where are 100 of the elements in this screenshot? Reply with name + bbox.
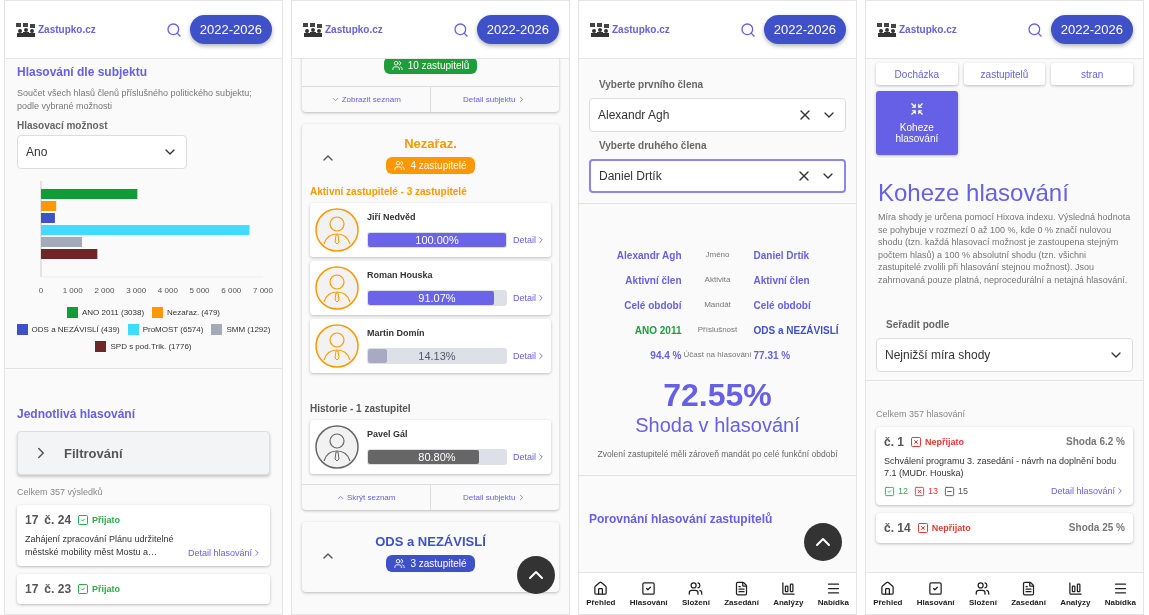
mandate-note: Zvolení zastupitelé měli zároveň mandát po celé funkční období: [596, 449, 839, 461]
axis-tick-label: 0: [38, 286, 44, 296]
second-member-value: 77.31 %: [753, 350, 792, 361]
vote-number: č. 24: [44, 513, 72, 528]
home-icon: [593, 580, 609, 596]
party-detail-link[interactable]: Detail subjektu: [430, 87, 559, 112]
nav-item[interactable]: Analýzy: [1060, 580, 1091, 607]
agreement-value: Shoda 25 %: [1068, 522, 1125, 534]
member-select[interactable]: Daniel Drtík: [589, 159, 846, 193]
avatar-icon: [315, 266, 359, 310]
axis-tick-label: 5 000: [189, 286, 210, 296]
analysis-tile[interactable]: stran: [1051, 63, 1133, 85]
term-button[interactable]: 2022-2026: [189, 15, 272, 44]
member-detail-link[interactable]: Detail: [513, 293, 546, 303]
second-member-value: Daniel Drtík: [753, 250, 811, 261]
vote-card[interactable]: 17 č. 24 Přijato Zahájení zpracování Plánu udržitelné městské mobility měst Mostu a… Detail hlasování: [17, 505, 270, 567]
search-icon[interactable]: [1026, 21, 1043, 38]
member-name: Martin Domín: [367, 328, 426, 338]
document-icon: [734, 580, 750, 596]
result-count: Celkem 357 výsledků: [17, 487, 104, 498]
chevron-right-icon: [536, 235, 546, 245]
section-title: Hlasování dle subjektu: [17, 65, 149, 79]
agreement-value: Shoda 6.2 %: [1066, 436, 1125, 448]
field-label: Vyberte prvního člena: [599, 79, 705, 90]
nav-item[interactable]: Analýzy: [773, 580, 804, 607]
legend-item: ODS a NEZÁVISLÍ (439): [16, 324, 120, 336]
legend-item: SPD s pod.Trik. (1776): [95, 341, 192, 353]
vote-title: Zahájení zpracování Plánu udržitelné městské mobility měst Mostu a…: [25, 533, 175, 559]
vote-option-select[interactable]: Ano: [17, 135, 187, 170]
section-title: Jednotlivá hlasování: [17, 407, 137, 422]
sort-select[interactable]: Nejnižší míra shody: [876, 337, 1133, 372]
toggle-list-link[interactable]: Zobrazit seznam: [302, 87, 431, 112]
vote-status: Nepřijato: [910, 435, 965, 448]
no-count: 13: [914, 485, 939, 497]
nav-item[interactable]: Zasedání: [724, 580, 759, 607]
comparison-label: Mandát: [703, 300, 732, 311]
attendance-value: 14.13%: [417, 349, 457, 364]
match-label: Shoda v hlasování: [634, 414, 801, 437]
member-name: Jiří Nedvěd: [367, 212, 417, 222]
vote-number: č. 1: [884, 434, 904, 449]
site-logo[interactable]: Zastupko.cz: [302, 22, 445, 37]
check-icon: [77, 583, 90, 596]
vote-card[interactable]: 17 č. 23 Přijato: [17, 574, 270, 605]
active-members-heading: Aktivní zastupitelé - 3 zastupitelé: [310, 186, 468, 197]
abstain-count: 15: [944, 485, 969, 497]
member-detail-link[interactable]: Detail: [513, 235, 546, 245]
member-name: Pavel Gál: [367, 429, 409, 439]
term-button[interactable]: 2022-2026: [763, 15, 846, 44]
legend-item: Nezařaz. (479): [152, 307, 220, 319]
second-member-value: Aktivní člen: [753, 275, 811, 286]
term-button[interactable]: 2022-2026: [1050, 15, 1133, 44]
people-icon: [391, 60, 403, 71]
nav-item[interactable]: Nabídka: [817, 580, 849, 607]
site-logo[interactable]: Zastupko.cz: [15, 22, 158, 37]
minus-icon: [944, 485, 956, 497]
result-count: Celkem 357 hlasování: [876, 408, 967, 419]
chevron-right-icon: [536, 351, 546, 361]
search-icon[interactable]: [452, 21, 469, 38]
site-logo[interactable]: Zastupko.cz: [589, 22, 732, 37]
nav-item[interactable]: Zasedání: [1011, 580, 1046, 607]
toggle-list-link[interactable]: Skrýt seznam: [302, 485, 431, 510]
filter-toggle[interactable]: Filtrování: [17, 431, 270, 476]
analysis-tile[interactable]: zastupitelů: [963, 63, 1046, 85]
search-icon[interactable]: [739, 21, 756, 38]
nav-item[interactable]: Přehled: [873, 580, 903, 607]
scroll-top-button[interactable]: [804, 523, 842, 561]
member-select[interactable]: Alexandr Agh: [589, 98, 846, 132]
nav-item[interactable]: Složení: [681, 580, 710, 607]
bar-chart-icon: [1067, 580, 1083, 596]
vote-detail-link[interactable]: Detail hlasování: [1050, 486, 1125, 497]
cross-icon: [910, 435, 922, 448]
term-button[interactable]: 2022-2026: [476, 15, 559, 44]
history-heading: Historie - 1 zastupitel: [310, 403, 412, 414]
member-count-badge: 4 zastupitelé: [386, 157, 475, 174]
party-detail-link[interactable]: Detail subjektu: [430, 485, 559, 510]
nav-item[interactable]: Hlasování: [916, 580, 955, 607]
axis-tick-label: 3 000: [126, 286, 147, 296]
party-name: ODS a NEZÁVISLÍ: [374, 534, 487, 549]
member-detail-link[interactable]: Detail: [513, 452, 546, 462]
people-icon: [394, 160, 406, 171]
nav-item[interactable]: Složení: [968, 580, 997, 607]
first-member-value: ANO 2011: [633, 325, 682, 336]
vote-status: Přijato: [77, 514, 121, 527]
avatar-icon: [315, 324, 359, 368]
analysis-tile[interactable]: Docházka: [876, 63, 958, 85]
legend-item: SMM (1292): [211, 324, 271, 336]
member-detail-link[interactable]: Detail: [513, 351, 546, 361]
nav-item[interactable]: Hlasování: [629, 580, 668, 607]
vote-detail-link[interactable]: Detail hlasování: [187, 548, 262, 559]
nav-item[interactable]: Přehled: [586, 580, 616, 607]
axis-tick-label: 4 000: [157, 286, 178, 296]
vote-card[interactable]: č. 14 Nepřijato Shoda 25 %: [876, 512, 1133, 543]
search-icon[interactable]: [165, 21, 182, 38]
attendance-value: 80.80%: [417, 450, 457, 465]
vote-number: č. 14: [884, 520, 911, 535]
vote-card[interactable]: č. 1 Nepřijato Shoda 6.2 % Schválení programu 3. zasedání - návrh na doplnění bodu 7.1 (MUDr. Houska) 12 13 15 Detail hlasování: [876, 426, 1133, 505]
people-icon: [975, 580, 991, 596]
analysis-tile[interactable]: Koheze hlasování: [876, 91, 958, 155]
nav-item[interactable]: Nabídka: [1104, 580, 1136, 607]
site-logo[interactable]: Zastupko.cz: [876, 22, 1019, 37]
